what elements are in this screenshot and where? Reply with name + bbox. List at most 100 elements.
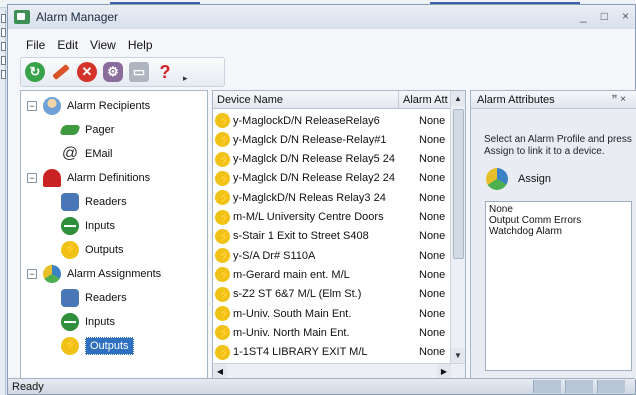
- scroll-up-icon[interactable]: ▲: [451, 91, 465, 106]
- profile-item[interactable]: Output Comm Errors: [489, 215, 628, 226]
- tree-label: Outputs: [85, 244, 124, 256]
- pin-close-icon[interactable]: ꟸ ×: [612, 91, 626, 109]
- scroll-right-icon[interactable]: ▶: [437, 364, 451, 379]
- table-row[interactable]: y-Maglck D/N Release Relay5 24 None: [213, 149, 451, 170]
- alarm-attribute-cell: None: [419, 133, 446, 146]
- tree-node-alarm-assignments[interactable]: − Alarm Assignments: [27, 263, 161, 285]
- table-row[interactable]: m-Univ. North Main Ent. None: [213, 322, 451, 343]
- help-icon[interactable]: ?: [155, 62, 175, 82]
- tree-label: Readers: [85, 196, 127, 208]
- menu-edit[interactable]: Edit: [57, 38, 78, 52]
- device-name-cell: y-MaglckD/N Releas Relay3 24: [233, 191, 386, 204]
- email-icon: @: [61, 145, 79, 162]
- device-name-cell: 1-1ST4 LIBRARY EXIT M/L: [233, 346, 368, 359]
- status-segment: [533, 380, 561, 393]
- pager-icon: [59, 125, 81, 135]
- tree-node-email[interactable]: @ EMail: [61, 143, 113, 165]
- alarm-manager-window: Alarm Manager _ □ × File Edit View Help …: [7, 4, 636, 395]
- column-header-device-name[interactable]: Device Name: [213, 91, 399, 108]
- tree-node-assignments-outputs[interactable]: Outputs: [61, 335, 134, 357]
- tree-node-definitions-readers[interactable]: Readers: [61, 191, 127, 213]
- output-device-icon: [215, 267, 232, 283]
- table-row[interactable]: y-Maglck D/N Release Relay2 24 None: [213, 168, 451, 189]
- tree-node-assignments-inputs[interactable]: Inputs: [61, 311, 115, 333]
- profile-item[interactable]: None: [489, 204, 628, 215]
- close-button[interactable]: ×: [622, 9, 629, 23]
- minimize-button[interactable]: _: [580, 9, 587, 23]
- tree-label: Inputs: [85, 316, 115, 328]
- alarm-attribute-cell: None: [419, 172, 446, 185]
- print-icon[interactable]: ▭: [129, 62, 149, 82]
- background-window-edge: [0, 10, 6, 395]
- collapse-icon[interactable]: −: [27, 269, 37, 279]
- output-device-icon: [215, 170, 232, 186]
- menu-view[interactable]: View: [90, 38, 116, 52]
- table-row[interactable]: s-Stair 1 Exit to Street S408 None: [213, 226, 451, 247]
- output-device-icon: [215, 209, 232, 225]
- device-name-cell: y-S/A Dr# S110A: [233, 249, 316, 262]
- tree-node-alarm-definitions[interactable]: − Alarm Definitions: [27, 167, 150, 189]
- assign-label: Assign: [518, 173, 552, 185]
- output-device-icon: [215, 344, 232, 360]
- vertical-scrollbar[interactable]: ▲ ▼: [450, 91, 465, 363]
- column-header-alarm-attribute[interactable]: Alarm Att: [399, 91, 451, 108]
- status-segment: [597, 380, 625, 393]
- settings-icon[interactable]: ⚙: [103, 62, 123, 82]
- status-segment: [565, 380, 593, 393]
- collapse-icon[interactable]: −: [27, 101, 37, 111]
- table-row[interactable]: y-MaglckD/N Releas Relay3 24 None: [213, 187, 451, 208]
- alarm-attribute-cell: None: [419, 230, 446, 243]
- tree-node-definitions-outputs[interactable]: Outputs: [61, 239, 124, 261]
- scroll-thumb[interactable]: [453, 109, 464, 259]
- table-row[interactable]: y-S/A Dr# S110A None: [213, 245, 451, 266]
- output-device-icon: [215, 325, 232, 341]
- tree-node-pager[interactable]: Pager: [59, 119, 114, 141]
- profile-item[interactable]: Watchdog Alarm: [489, 226, 628, 237]
- menu-help[interactable]: Help: [128, 38, 153, 52]
- toolbar-overflow-icon[interactable]: ▸: [183, 73, 188, 84]
- alarm-attribute-cell: None: [419, 114, 446, 127]
- delete-icon[interactable]: ✕: [77, 62, 97, 82]
- background-checkbox: [1, 42, 6, 51]
- table-row[interactable]: m-M/L University Centre Doors None: [213, 207, 451, 228]
- outputs-icon: [61, 337, 79, 355]
- tree-node-definitions-inputs[interactable]: Inputs: [61, 215, 115, 237]
- table-row[interactable]: s-Z2 ST 6&7 M/L (Elm St.) None: [213, 284, 451, 305]
- scroll-left-icon[interactable]: ◀: [213, 364, 227, 379]
- menu-file[interactable]: File: [26, 38, 45, 52]
- device-name-cell: y-Maglck D/N Release Relay2 24: [233, 172, 396, 185]
- tree-label: Readers: [85, 292, 127, 304]
- horizontal-scrollbar[interactable]: ◀ ▶: [213, 363, 465, 379]
- output-device-icon: [215, 286, 232, 302]
- toolbar: ↻ ✕ ⚙ ▭ ? ▸: [20, 57, 225, 87]
- table-row[interactable]: 1-1ST4 LIBRARY EXIT M/L None: [213, 342, 451, 363]
- device-name-cell: y-MaglockD/N ReleaseRelay6: [233, 114, 380, 127]
- alarm-profile-list[interactable]: None Output Comm Errors Watchdog Alarm: [485, 201, 632, 371]
- tree-label: EMail: [85, 148, 113, 160]
- assign-button[interactable]: Assign: [486, 166, 551, 192]
- tree-label: Alarm Assignments: [67, 268, 162, 280]
- device-name-cell: y-Maglck D/N Release-Relay#1: [233, 133, 387, 146]
- title-bar[interactable]: Alarm Manager _ □ ×: [8, 5, 635, 29]
- table-row[interactable]: m-Univ. South Main Ent. None: [213, 303, 451, 324]
- edit-icon[interactable]: [51, 62, 71, 82]
- scroll-down-icon[interactable]: ▼: [451, 348, 465, 363]
- output-device-icon: [215, 248, 232, 264]
- maximize-button[interactable]: □: [601, 9, 608, 23]
- collapse-icon[interactable]: −: [27, 173, 37, 183]
- table-row[interactable]: m-Gerard main ent. M/L None: [213, 264, 451, 285]
- tree-node-assignments-readers[interactable]: Readers: [61, 287, 127, 309]
- device-name-cell: y-Maglck D/N Release Relay5 24: [233, 153, 396, 166]
- background-checkbox: [1, 70, 6, 79]
- tree-label: Alarm Recipients: [67, 100, 151, 112]
- assign-icon: [486, 168, 508, 190]
- output-device-icon: [215, 132, 232, 148]
- table-row[interactable]: y-MaglockD/N ReleaseRelay6 None: [213, 110, 451, 131]
- table-row[interactable]: y-Maglck D/N Release-Relay#1 None: [213, 129, 451, 150]
- alarm-attributes-panel: Alarm Attributes ꟸ × Select an Alarm Pro…: [470, 90, 636, 380]
- refresh-icon[interactable]: ↻: [25, 62, 45, 82]
- tree-node-alarm-recipients[interactable]: − Alarm Recipients: [27, 95, 150, 117]
- output-device-icon: [215, 306, 232, 321]
- device-name-cell: m-Gerard main ent. M/L: [233, 268, 350, 281]
- alarm-attribute-cell: None: [419, 191, 446, 204]
